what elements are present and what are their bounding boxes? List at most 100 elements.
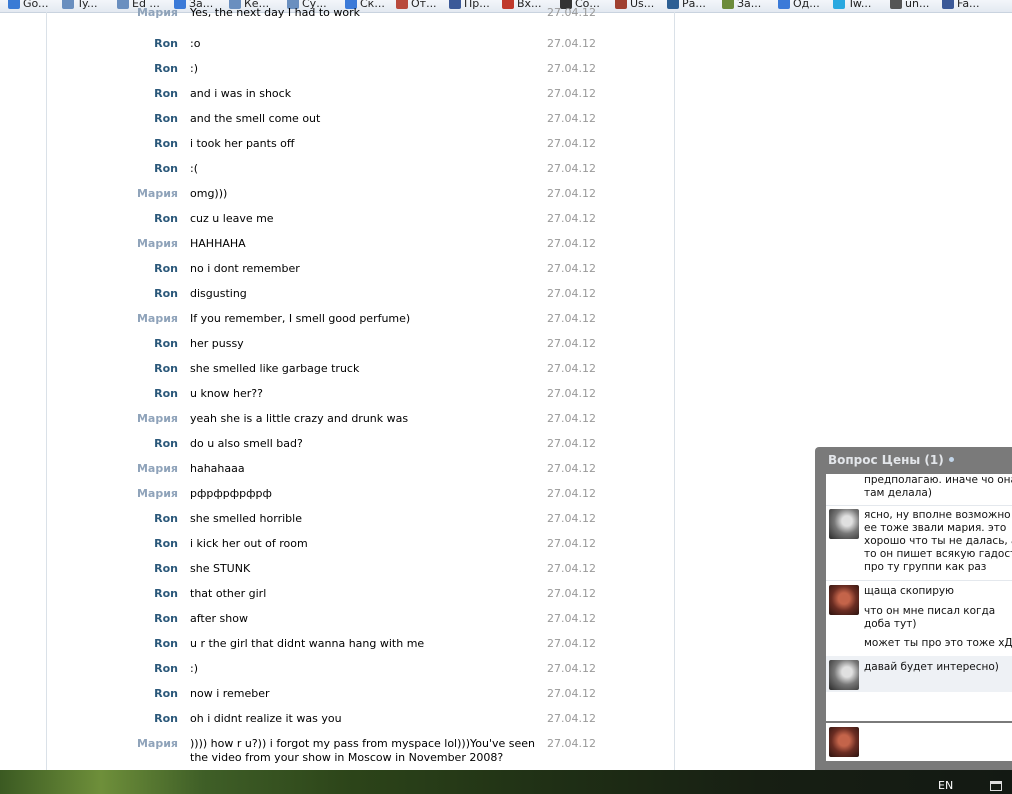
message-text: :( <box>190 162 198 175</box>
message-author[interactable]: Ron <box>154 637 178 650</box>
message-author[interactable]: Ron <box>154 337 178 350</box>
facebook-icon <box>942 0 954 9</box>
message-date: 27.04.12 <box>547 587 596 600</box>
message-row: Ron i took her pants off 27.04.12 <box>0 137 675 162</box>
message-text: that other girl <box>190 587 267 600</box>
message-author[interactable]: Мария <box>137 462 178 475</box>
message-date: 27.04.12 <box>547 487 596 500</box>
bookmark-item[interactable]: Tw... <box>833 0 871 11</box>
message-history: Мария Yes, the next day I had to work 27.0… <box>0 0 675 770</box>
message-row: Ron she smelled horrible 27.04.12 <box>0 512 675 537</box>
chat-title: Вопрос Цены (1) <box>828 453 944 467</box>
chat-message: щаща скопирую <box>864 585 954 597</box>
bookmark-label: За... <box>737 0 762 10</box>
message-date: 27.04.12 <box>547 162 596 175</box>
message-row: Ron her pussy 27.04.12 <box>0 337 675 362</box>
message-text: disgusting <box>190 287 247 300</box>
bookmark-item[interactable]: Fa... <box>942 0 980 11</box>
message-author[interactable]: Ron <box>154 212 178 225</box>
message-date: 27.04.12 <box>547 112 596 125</box>
message-date: 27.04.12 <box>547 312 596 325</box>
message-date: 27.04.12 <box>547 137 596 150</box>
message-author[interactable]: Мария <box>137 312 178 325</box>
message-text: she STUNK <box>190 562 251 575</box>
message-author[interactable]: Ron <box>154 712 178 725</box>
message-author[interactable]: Ron <box>154 662 178 675</box>
chat-messages[interactable]: предполагаю. иначе чо она там делала) яс… <box>826 474 1012 721</box>
message-text: and i was in shock <box>190 87 292 100</box>
message-row: Мария omg))) 27.04.12 <box>0 187 675 212</box>
bookmark-item[interactable]: un... <box>890 0 929 11</box>
message-text: u r the girl that didnt wanna hang with … <box>190 637 425 650</box>
twitter-icon <box>833 0 845 9</box>
message-author[interactable]: Ron <box>154 62 178 75</box>
chat-separator <box>826 505 1012 506</box>
message-row: Мария)))) how r u?)) i forgot my pass fr… <box>0 737 675 764</box>
message-author[interactable]: Ron <box>154 87 178 100</box>
message-date: 27.04.12 <box>547 287 596 300</box>
message-row: Ron disgusting 27.04.12 <box>0 287 675 312</box>
message-date: 27.04.12 <box>547 437 596 450</box>
message-text: do u also smell bad? <box>190 437 303 450</box>
bookmark-item[interactable]: За... <box>722 0 761 11</box>
message-date: 27.04.12 <box>547 6 596 19</box>
avatar <box>829 727 859 757</box>
message-text: :o <box>190 37 201 50</box>
avatar[interactable] <box>829 660 859 690</box>
message-author[interactable]: Ron <box>154 137 178 150</box>
message-author[interactable]: Ron <box>154 562 178 575</box>
message-row: Ron i kick her out of room 27.04.12 <box>0 537 675 562</box>
message-author[interactable]: Ron <box>154 262 178 275</box>
message-author[interactable]: Ron <box>154 687 178 700</box>
message-date: 27.04.12 <box>547 237 596 250</box>
message-text: omg))) <box>190 187 228 200</box>
message-author[interactable]: Мария <box>137 187 178 200</box>
language-indicator[interactable]: EN <box>938 779 953 792</box>
message-author[interactable]: Мария <box>137 237 178 250</box>
chat-input-area[interactable] <box>826 723 1012 761</box>
avatar[interactable] <box>829 509 859 539</box>
chat-message: может ты про это тоже хД <box>864 637 1012 649</box>
message-text: after show <box>190 612 248 625</box>
message-row: Мария If you remember, I smell good perfu… <box>0 312 675 337</box>
message-row: Ron:) 27.04.12 <box>0 62 675 87</box>
message-row: Мария hahahaaa 27.04.12 <box>0 462 675 487</box>
message-author[interactable]: Мария <box>137 412 178 425</box>
message-author[interactable]: Ron <box>154 37 178 50</box>
message-author[interactable]: Ron <box>154 162 178 175</box>
message-author[interactable]: Ron <box>154 612 178 625</box>
message-author[interactable]: Мария <box>137 487 178 500</box>
message-author[interactable]: Ron <box>154 537 178 550</box>
chat-separator <box>826 580 1012 581</box>
message-row: Ron u r the girl that didnt wanna hang wi… <box>0 637 675 662</box>
message-author[interactable]: Ron <box>154 512 178 525</box>
chat-message: ясно, ну вполне возможно ее тоже звали м… <box>864 509 1012 573</box>
message-row: Мария HAHHAHA 27.04.12 <box>0 237 675 262</box>
message-text: cuz u leave me <box>190 212 274 225</box>
message-author[interactable]: Ron <box>154 437 178 450</box>
message-author[interactable]: Ron <box>154 362 178 375</box>
chat-popup-header[interactable]: Вопрос Цены (1) <box>828 453 954 467</box>
avatar[interactable] <box>829 585 859 615</box>
message-date: 27.04.12 <box>547 387 596 400</box>
message-text: If you remember, I smell good perfume) <box>190 312 411 325</box>
network-icon[interactable] <box>990 781 1002 791</box>
message-row: Ron oh i didnt realize it was you 27.04.12 <box>0 712 675 737</box>
message-date: 27.04.12 <box>547 737 596 750</box>
message-text: hahahaaa <box>190 462 245 475</box>
message-row: Ron she smelled like garbage truck 27.04.1… <box>0 362 675 387</box>
bookmark-item[interactable]: Од... <box>778 0 820 11</box>
message-author[interactable]: Ron <box>154 587 178 600</box>
bookmark-label: Од... <box>793 0 820 10</box>
message-author[interactable]: Мария <box>137 737 178 750</box>
message-date: 27.04.12 <box>547 537 596 550</box>
message-date: 27.04.12 <box>547 212 596 225</box>
message-author[interactable]: Ron <box>154 287 178 300</box>
chat-popup[interactable]: Вопрос Цены (1) предполагаю. иначе чо он… <box>815 447 1012 770</box>
message-author[interactable]: Ron <box>154 112 178 125</box>
message-author[interactable]: Ron <box>154 387 178 400</box>
message-row: Ron u know her?? 27.04.12 <box>0 387 675 412</box>
message-text: i kick her out of room <box>190 537 308 550</box>
message-author[interactable]: Мария <box>137 6 178 19</box>
message-text: :) <box>190 62 198 75</box>
